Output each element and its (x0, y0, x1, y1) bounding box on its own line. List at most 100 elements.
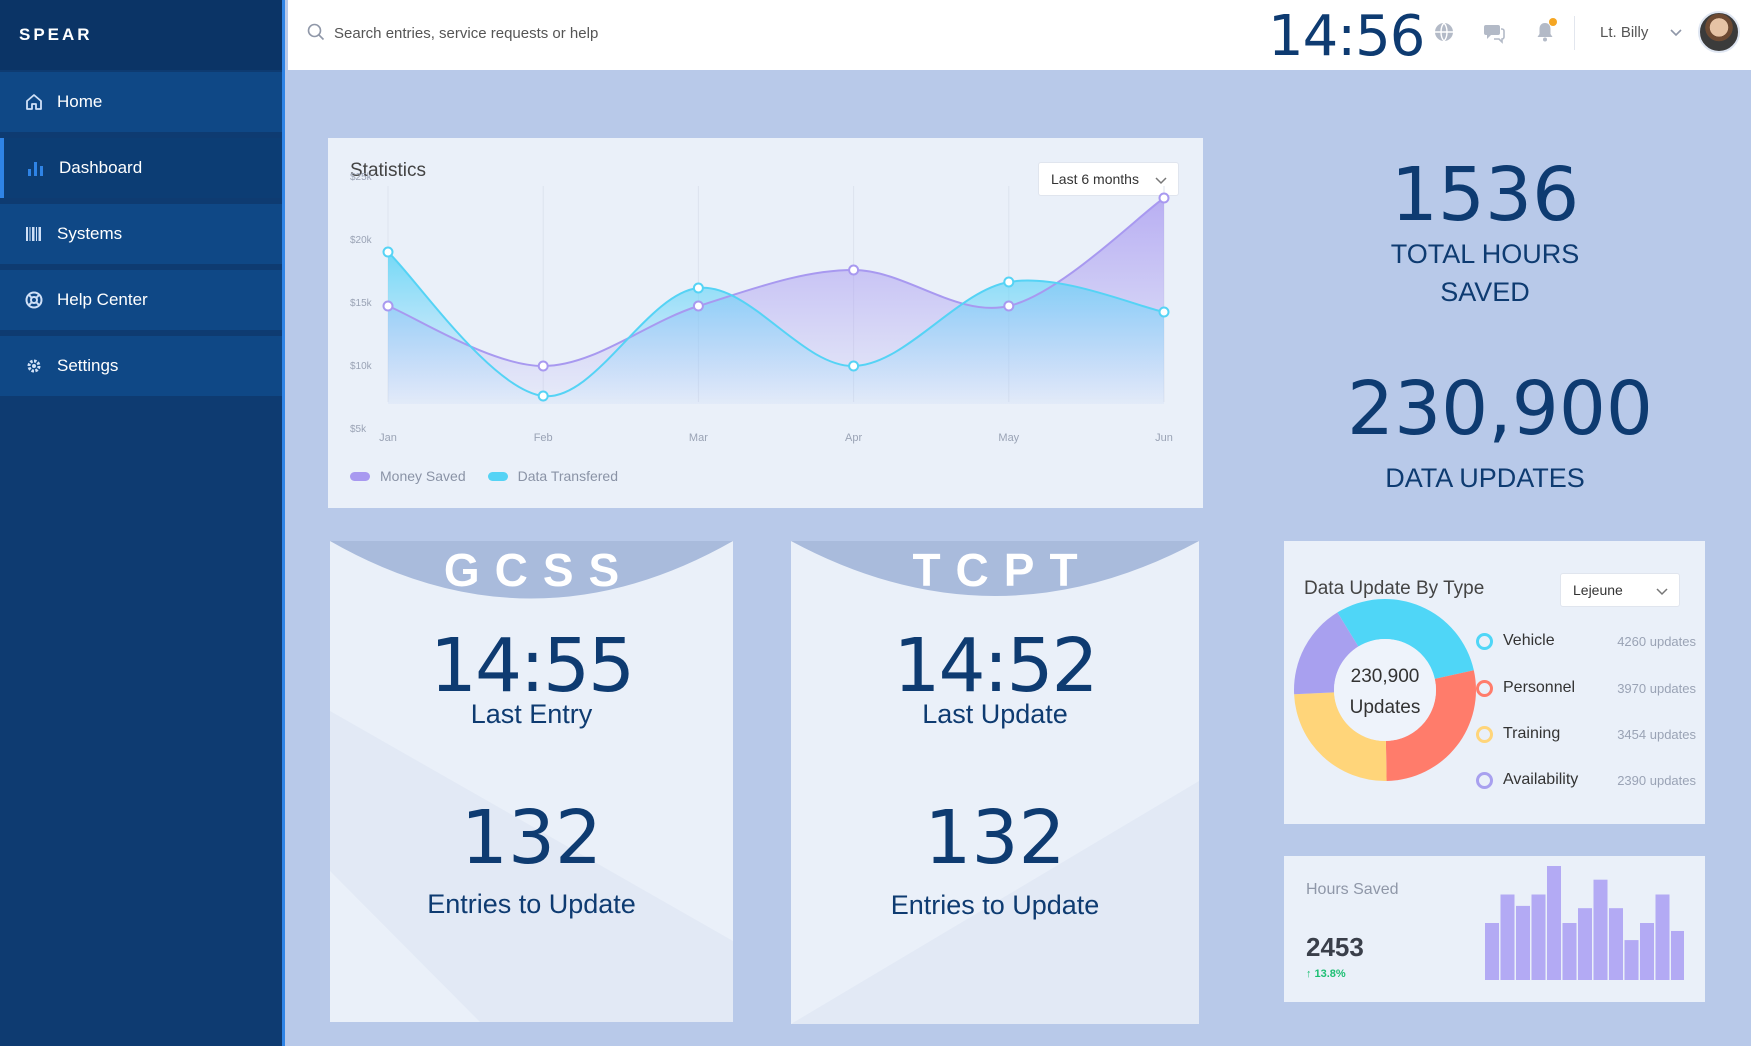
sidebar-item-systems[interactable]: Systems (0, 204, 282, 264)
card-background-shape (330, 541, 733, 1022)
legend-item-training: Training 3454 updates (1476, 722, 1696, 746)
total-hours-label-2: SAVED (1440, 277, 1530, 307)
location-select-value: Lejeune (1573, 582, 1623, 598)
x-tick-label: Apr (845, 432, 862, 444)
hours-saved-change: ↑ 13.8% (1306, 968, 1346, 980)
legend-value: 2390 updates (1617, 772, 1696, 788)
donut-center-unit: Updates (1349, 697, 1421, 718)
hours-bar (1609, 908, 1623, 980)
data-point[interactable] (1158, 306, 1170, 318)
notification-dot (1549, 18, 1557, 26)
donut-center-value: 230,900 (1350, 666, 1420, 687)
tcpt-last-update-label: Last Update (922, 699, 1068, 729)
hours-bar (1500, 894, 1515, 980)
donut-center-label: 230,900 Updates (1335, 661, 1435, 723)
tcpt-title: TCPT (912, 544, 1093, 596)
data-point[interactable] (848, 360, 860, 372)
tcpt-entries-label: Entries to Update (890, 890, 1100, 920)
x-tick-label: Feb (534, 432, 553, 444)
legend-value: 3454 updates (1617, 726, 1696, 742)
gear-icon (24, 356, 44, 376)
chat-icon[interactable] (1482, 20, 1506, 44)
top-bar: 14:56 Lt. Billy (288, 0, 1751, 70)
x-tick-label: Jan (379, 432, 397, 444)
data-point[interactable] (1158, 192, 1170, 204)
y-tick-label: $20k (350, 235, 373, 246)
location-select[interactable]: Lejeune (1560, 573, 1680, 607)
data-point[interactable] (692, 282, 704, 294)
data-updates-value: 230,900 (1346, 366, 1653, 452)
legend-swatch-money-saved (350, 471, 370, 481)
legend-name: Personnel (1503, 679, 1576, 696)
user-name[interactable]: Lt. Billy (1600, 24, 1648, 41)
sidebar-item-label: Dashboard (59, 158, 143, 177)
divider (1574, 16, 1575, 50)
data-point[interactable] (848, 264, 860, 276)
tcpt-last-update-time: 14:52 (893, 623, 1098, 709)
legend-swatch-data-transfered (487, 471, 508, 481)
y-tick-label: $25k (350, 172, 373, 183)
bell-icon[interactable] (1533, 18, 1557, 44)
tcpt-card[interactable]: TCPT 14:52 Last Update 132 Entries to Up… (791, 541, 1199, 1024)
globe-icon[interactable] (1432, 20, 1456, 44)
data-point[interactable] (1003, 276, 1015, 288)
gcss-entries-label: Entries to Update (427, 889, 636, 919)
avatar[interactable] (1698, 11, 1740, 53)
home-icon (24, 92, 44, 112)
data-update-by-type-card: Data Update By Type Lejeune 230,900 Upda… (1284, 541, 1705, 824)
gcss-entries-count: 132 (460, 795, 603, 881)
chart-legend: Money Saved Data Transfered (350, 468, 618, 484)
hours-saved-change-value: 13.8% (1314, 968, 1346, 980)
data-point[interactable] (537, 390, 549, 402)
hours-bar (1562, 923, 1577, 980)
total-hours-value: 1536 (1390, 152, 1580, 238)
hours-bar (1531, 894, 1546, 980)
clock: 14:56 (1268, 4, 1425, 69)
series-area (388, 252, 1164, 404)
hours-bar (1655, 894, 1670, 980)
arrow-up-icon: ↑ (1306, 968, 1312, 980)
data-point[interactable] (382, 246, 394, 258)
tcpt-entries-count: 132 (924, 795, 1066, 881)
x-tick-label: Mar (689, 432, 708, 444)
sidebar-item-home[interactable]: Home (0, 72, 282, 132)
hours-bar (1485, 923, 1499, 980)
data-point[interactable] (537, 360, 549, 372)
sidebar-item-dashboard[interactable]: Dashboard (0, 138, 282, 198)
hours-bar (1578, 908, 1592, 980)
hours-bar (1640, 923, 1654, 980)
sidebar-item-help-center[interactable]: Help Center (0, 270, 282, 330)
search-input[interactable] (334, 20, 834, 46)
legend-name: Vehicle (1503, 632, 1555, 649)
gcss-title: GCSS (443, 544, 635, 596)
legend-item-personnel: Personnel 3970 updates (1476, 676, 1696, 700)
sidebar-item-label: Settings (57, 356, 119, 375)
chevron-down-icon[interactable] (1668, 24, 1684, 40)
sidebar: SPEAR Home Dashboard Systems Help Center… (0, 0, 285, 1046)
hours-bar (1624, 940, 1639, 980)
data-point[interactable] (692, 300, 704, 312)
statistics-card: Statistics Last 6 months $25k $20k $15k $10… (328, 138, 1203, 508)
hours-bar (1547, 866, 1561, 980)
data-point[interactable] (382, 300, 394, 312)
ring-icon (1476, 771, 1493, 789)
card-background-shape (791, 541, 1199, 1024)
legend-item-vehicle: Vehicle 4260 updates (1476, 629, 1696, 653)
sidebar-item-settings[interactable]: Settings (0, 336, 282, 396)
y-tick-label: $5k (350, 424, 367, 435)
chevron-down-icon (1656, 588, 1668, 596)
total-hours-label: TOTAL HOURS (1390, 239, 1580, 269)
x-tick-label: May (998, 432, 1019, 444)
barcode-icon (24, 224, 44, 244)
legend-value: 4260 updates (1617, 633, 1696, 649)
sidebar-item-label: Home (57, 92, 103, 111)
y-tick-label: $15k (350, 298, 373, 309)
gcss-card[interactable]: GCSS 14:55 Last Entry 132 Entries to Upd… (330, 541, 733, 1022)
hours-saved-value: 2453 (1306, 932, 1364, 962)
data-point[interactable] (1003, 300, 1015, 312)
legend-label-money-saved: Money Saved (380, 468, 466, 484)
hours-bar (1516, 905, 1530, 980)
bar-chart-icon (26, 158, 46, 178)
ring-icon (1476, 725, 1493, 743)
hours-bar (1593, 879, 1608, 980)
